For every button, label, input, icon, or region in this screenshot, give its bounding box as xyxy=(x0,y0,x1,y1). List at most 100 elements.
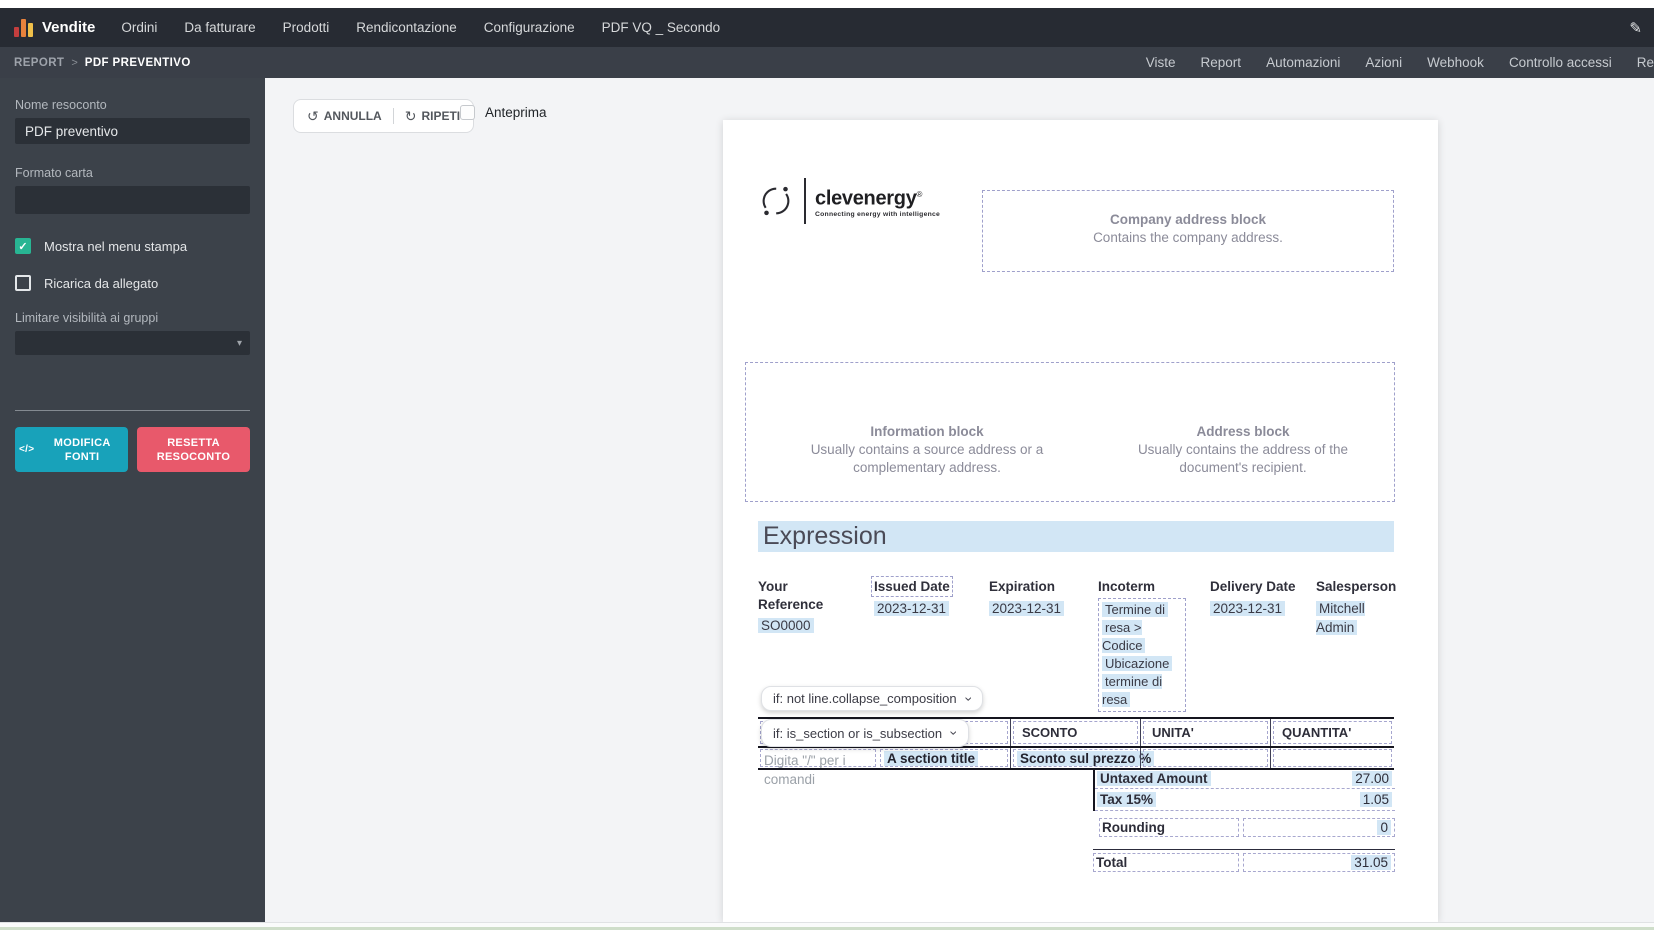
cell-quantity-empty[interactable] xyxy=(1270,748,1394,768)
document-title-expression[interactable]: Expression xyxy=(758,521,1394,552)
preview-checkbox[interactable] xyxy=(460,105,475,120)
reload-from-attachment-checkbox[interactable] xyxy=(15,275,31,291)
brand-tagline: Connecting energy with intelligence xyxy=(815,211,941,219)
tab-webhook[interactable]: Webhook xyxy=(1427,55,1484,70)
condition-dropdown-collapse-composition[interactable]: if: not line.collapse_composition › xyxy=(761,686,984,711)
report-document: clevenergy® Connecting energy with intel… xyxy=(723,120,1438,922)
field-value[interactable]: 2023-12-31 xyxy=(874,599,978,618)
limit-visibility-label: Limitare visibilità ai gruppi xyxy=(15,311,159,325)
edit-sources-label: MODIFICA FONTI xyxy=(53,436,111,463)
redo-button[interactable]: ↻ RIPETI xyxy=(405,108,460,125)
tab-automazioni[interactable]: Automazioni xyxy=(1266,55,1340,70)
cell-section-title[interactable]: A section title xyxy=(878,748,1010,768)
field-delivery-date: Delivery Date 2023-12-31 xyxy=(1210,578,1314,618)
field-your-reference: Your Reference SO0000 xyxy=(758,578,840,635)
totals-table: Untaxed Amount 27.00 Tax 15% 1.05 Roundi… xyxy=(1093,768,1395,875)
incoterm-line: Termine di xyxy=(1102,601,1182,619)
field-label: Your Reference xyxy=(758,579,824,612)
navbar: Vendite Ordini Da fatturare Prodotti Ren… xyxy=(0,8,1654,47)
nav-item-pdf-vq-secondo[interactable]: PDF VQ _ Secondo xyxy=(602,20,721,35)
registered-mark: ® xyxy=(916,189,923,199)
incoterm-line: termine di resa xyxy=(1102,674,1163,707)
total-row-rounding[interactable]: Rounding 0 xyxy=(1093,814,1395,840)
tab-azioni[interactable]: Azioni xyxy=(1365,55,1402,70)
header-quantita[interactable]: QUANTITA' xyxy=(1270,719,1394,746)
company-block-subtitle: Contains the company address. xyxy=(1093,230,1283,245)
chevron-down-icon: › xyxy=(946,730,963,736)
address-block[interactable]: Address block Usually contains the addre… xyxy=(1108,423,1378,477)
report-editor-canvas: ↺ ANNULLA ↻ RIPETI Anteprima clevenergy®… xyxy=(265,78,1654,922)
condition-dropdown-is-section[interactable]: if: is_section or is_subsection › xyxy=(761,719,969,747)
total-row-untaxed[interactable]: Untaxed Amount 27.00 xyxy=(1095,768,1395,789)
show-in-print-menu-row: ✓ Mostra nel menu stampa xyxy=(15,238,250,254)
footer-strip xyxy=(0,922,1654,930)
total-label: Tax 15% xyxy=(1095,791,1241,808)
nav-item-ordini[interactable]: Ordini xyxy=(121,20,157,35)
incoterm-expression-box[interactable]: Termine di resa > Codice Ubicazione term… xyxy=(1098,598,1186,712)
undo-icon: ↺ xyxy=(307,107,319,124)
logo-divider xyxy=(804,178,806,224)
field-value[interactable]: 2023-12-31 xyxy=(1210,599,1314,618)
cell-command-placeholder[interactable]: Digita "/" per i comandi xyxy=(758,748,878,787)
total-value: 0 xyxy=(1243,817,1395,837)
show-in-print-menu-checkbox[interactable]: ✓ xyxy=(15,238,31,254)
studio-tabs: Viste Report Automazioni Azioni Webhook … xyxy=(1146,55,1654,70)
total-value: 31.05 xyxy=(1243,853,1395,872)
total-row-total[interactable]: Total 31.05 xyxy=(1093,849,1395,875)
cell-discount[interactable]: Sconto sul prezzo % xyxy=(1010,748,1155,768)
reset-report-label: RESETTA RESOCONTO xyxy=(156,436,231,463)
main-menu: Ordini Da fatturare Prodotti Rendicontaz… xyxy=(121,20,720,35)
total-row-tax[interactable]: Tax 15% 1.05 xyxy=(1095,789,1395,811)
company-logo[interactable]: clevenergy® Connecting energy with intel… xyxy=(757,178,940,224)
undo-redo-group: ↺ ANNULLA ↻ RIPETI xyxy=(293,99,475,133)
field-label: Issued Date xyxy=(871,576,953,597)
header-unita[interactable]: UNITA' xyxy=(1140,719,1270,746)
reset-report-button[interactable]: RESETTA RESOCONTO xyxy=(137,427,250,472)
breadcrumb-separator: > xyxy=(71,56,78,69)
app-logo-icon[interactable] xyxy=(14,18,33,37)
show-in-print-menu-label: Mostra nel menu stampa xyxy=(44,238,188,254)
edit-sources-button[interactable]: </> MODIFICA FONTI xyxy=(15,427,128,472)
total-label: Rounding xyxy=(1099,817,1239,837)
condition-label: if: is_section or is_subsection xyxy=(773,725,943,741)
header-sconto[interactable]: SCONTO xyxy=(1010,719,1140,746)
info-address-block[interactable]: Information block Usually contains a sou… xyxy=(745,362,1395,502)
tab-viste[interactable]: Viste xyxy=(1146,55,1176,70)
nav-item-configurazione[interactable]: Configurazione xyxy=(484,20,575,35)
field-value[interactable]: Mitchell Admin xyxy=(1316,599,1378,637)
nav-item-rendicontazione[interactable]: Rendicontazione xyxy=(356,20,457,35)
cell-unit-empty[interactable] xyxy=(1140,748,1270,768)
toolbar-separator xyxy=(392,108,394,124)
field-label: Delivery Date xyxy=(1210,579,1296,594)
report-name-input[interactable]: PDF preventivo xyxy=(15,118,250,144)
total-label: Untaxed Amount xyxy=(1095,770,1241,787)
pencil-icon[interactable]: ✎ xyxy=(1629,19,1642,37)
address-block-title: Address block xyxy=(1196,424,1290,439)
field-value[interactable]: SO0000 xyxy=(758,616,840,635)
top-strip xyxy=(0,0,1654,8)
nav-item-da-fatturare[interactable]: Da fatturare xyxy=(184,20,255,35)
breadcrumb-root[interactable]: REPORT xyxy=(14,57,64,69)
tab-clipped[interactable]: Re xyxy=(1637,55,1654,70)
groups-select[interactable]: ▾ xyxy=(15,331,250,355)
report-settings-sidebar: Nome resoconto PDF preventivo Formato ca… xyxy=(0,78,265,922)
nav-item-prodotti[interactable]: Prodotti xyxy=(283,20,330,35)
reload-from-attachment-row: Ricarica da allegato xyxy=(15,275,250,291)
caret-down-icon: ▾ xyxy=(236,337,242,349)
code-icon: </> xyxy=(19,443,35,455)
field-expiration: Expiration 2023-12-31 xyxy=(989,578,1093,618)
tab-controllo-accessi[interactable]: Controllo accessi xyxy=(1509,55,1612,70)
undo-label: ANNULLA xyxy=(323,109,382,123)
undo-button[interactable]: ↺ ANNULLA xyxy=(307,108,382,125)
preview-label: Anteprima xyxy=(485,105,547,120)
field-issued-date: Issued Date 2023-12-31 xyxy=(871,576,978,618)
field-value[interactable]: 2023-12-31 xyxy=(989,599,1093,618)
app-name[interactable]: Vendite xyxy=(42,19,95,36)
subnav: REPORT > PDF PREVENTIVO Viste Report Aut… xyxy=(0,47,1654,78)
tab-report[interactable]: Report xyxy=(1201,55,1242,70)
company-block-title: Company address block xyxy=(1109,212,1267,227)
company-address-block[interactable]: Company address block Contains the compa… xyxy=(982,190,1394,272)
incoterm-line: Ubicazione xyxy=(1102,655,1182,673)
paper-format-input[interactable] xyxy=(15,186,250,214)
information-block[interactable]: Information block Usually contains a sou… xyxy=(784,423,1070,477)
